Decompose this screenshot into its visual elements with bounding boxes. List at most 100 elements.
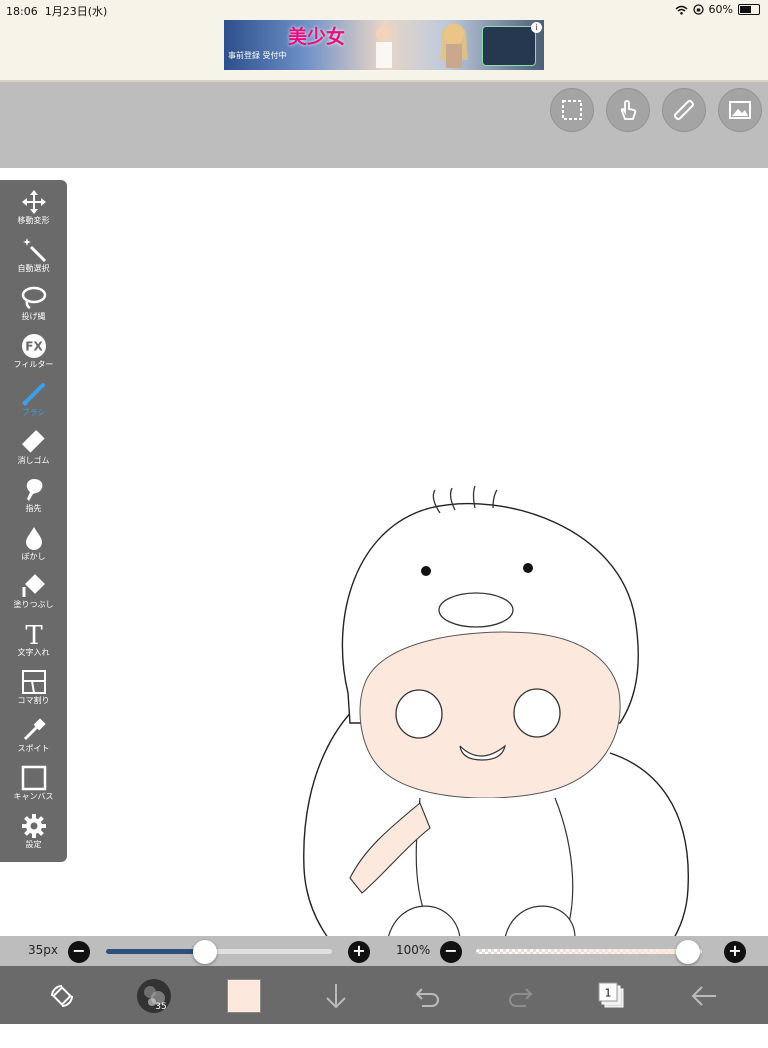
undo-button[interactable] <box>410 978 446 1014</box>
undo-icon <box>415 988 439 1007</box>
opacity-slider-track[interactable] <box>476 940 702 964</box>
drawing-canvas[interactable] <box>0 168 768 1020</box>
tool-label: ブラシ <box>21 408 46 417</box>
battery-icon <box>738 4 760 15</box>
back-icon <box>691 986 716 1006</box>
tool-settings[interactable]: 設定 <box>0 812 67 860</box>
touch-gesture-button[interactable] <box>606 88 650 132</box>
lasso-icon <box>19 284 49 312</box>
touch-gesture-icon <box>620 100 637 120</box>
color-picker-button[interactable] <box>226 978 262 1014</box>
gear-icon <box>19 812 49 840</box>
brush-slider-bar: 35px − + 100% − + <box>0 936 768 966</box>
tool-label: 指先 <box>25 504 42 513</box>
bottom-toolbar: 35 1 <box>0 966 768 1024</box>
tool-eyedropper[interactable]: スポイト <box>0 716 67 764</box>
size-decrease-button[interactable]: − <box>68 941 90 963</box>
image-icon <box>729 101 751 119</box>
svg-text:FX: FX <box>25 340 43 354</box>
frame-divider-icon <box>19 668 49 696</box>
brush-icon <box>19 380 49 408</box>
magic-wand-icon <box>19 236 49 264</box>
status-indicators: 60% <box>675 3 760 16</box>
tool-label: 自動選択 <box>17 264 50 273</box>
size-increase-button[interactable]: + <box>348 941 370 963</box>
brush-preview-button[interactable]: 35 <box>136 978 172 1014</box>
status-time: 18:06 1月23日(水) <box>6 3 107 19</box>
tool-magic-wand[interactable]: 自動選択 <box>0 236 67 284</box>
battery-fill <box>740 6 751 13</box>
brush-size-badge: 35 <box>155 1002 166 1012</box>
layer-count: 1 <box>605 987 612 1000</box>
rotate-canvas-icon <box>51 985 73 1007</box>
tool-label: キャンバス <box>13 792 54 801</box>
ad-character-icon <box>376 26 392 68</box>
eyedropper-icon <box>19 716 49 744</box>
ad-title: 美少女 <box>288 26 346 48</box>
redo-button[interactable] <box>502 978 538 1014</box>
ruler-button[interactable] <box>662 88 706 132</box>
canvas-icon <box>19 764 49 792</box>
wifi-icon <box>675 5 688 15</box>
tool-move-transform[interactable]: 移動変形 <box>0 188 67 236</box>
tool-frame-divider[interactable]: コマ割り <box>0 668 67 716</box>
size-slider-track[interactable] <box>106 940 332 964</box>
tool-label: ぼかし <box>21 552 46 561</box>
ruler-icon <box>673 99 695 121</box>
ad-game-logo <box>482 26 536 66</box>
fx-icon: FX <box>19 332 49 360</box>
layers-button[interactable]: 1 <box>594 978 630 1014</box>
tool-label: 移動変形 <box>17 216 50 225</box>
orientation-lock-icon <box>692 4 704 15</box>
download-button[interactable] <box>318 978 354 1014</box>
opacity-slider-fill <box>476 949 702 954</box>
tool-label: 設定 <box>25 840 42 849</box>
ad-info-icon[interactable]: i <box>531 22 542 33</box>
opacity-decrease-button[interactable]: − <box>440 941 462 963</box>
tool-filter[interactable]: FX フィルター <box>0 332 67 380</box>
download-icon <box>326 984 346 1009</box>
move-icon <box>19 188 49 216</box>
selection-button[interactable] <box>550 88 594 132</box>
tool-label: 文字入れ <box>17 648 50 657</box>
selection-icon <box>562 100 582 120</box>
image-button[interactable] <box>718 88 762 132</box>
tool-fill[interactable]: 塗りつぶし <box>0 572 67 620</box>
top-toolbar <box>0 82 768 168</box>
back-button[interactable] <box>686 978 722 1014</box>
ad-banner[interactable]: 美少女 事前登録 受付中 i <box>224 20 544 70</box>
tool-label: コマ割り <box>17 696 50 705</box>
text-icon: T <box>19 620 49 648</box>
tool-sidebar: 移動変形 自動選択 投げ縄 FX フィルター ブラシ 消しゴム 指先 ぼかし 塗… <box>0 180 67 862</box>
color-swatch-icon <box>227 979 261 1013</box>
ad-subtitle: 事前登録 受付中 <box>228 51 287 60</box>
layers-icon: 1 <box>598 982 624 1008</box>
size-slider-knob[interactable] <box>193 940 218 964</box>
opacity-slider-knob[interactable] <box>676 940 700 964</box>
brush-opacity-label: 100% <box>396 943 431 957</box>
tool-brush[interactable]: ブラシ <box>0 380 67 428</box>
tool-label: 塗りつぶし <box>13 600 54 609</box>
tool-label: スポイト <box>17 744 50 753</box>
tool-label: 投げ縄 <box>21 312 46 321</box>
brush-preview-icon: 35 <box>137 979 171 1013</box>
tool-label: フィルター <box>13 360 54 369</box>
opacity-increase-button[interactable]: + <box>724 941 746 963</box>
smudge-icon <box>19 476 49 504</box>
status-time-text: 18:06 <box>6 5 38 18</box>
svg-text:T: T <box>25 621 43 647</box>
blur-icon <box>19 524 49 552</box>
redo-icon <box>509 988 533 1007</box>
status-date: 1月23日(水) <box>44 5 108 18</box>
brush-size-label: 35px <box>28 943 58 957</box>
tool-lasso[interactable]: 投げ縄 <box>0 284 67 332</box>
tool-blur[interactable]: ぼかし <box>0 524 67 572</box>
battery-percent: 60% <box>708 3 733 16</box>
tool-smudge[interactable]: 指先 <box>0 476 67 524</box>
fill-bucket-icon <box>19 572 49 600</box>
tool-canvas[interactable]: キャンバス <box>0 764 67 812</box>
tool-eraser[interactable]: 消しゴム <box>0 428 67 476</box>
rotate-canvas-button[interactable] <box>44 978 80 1014</box>
ad-character-icon <box>440 23 468 68</box>
tool-text[interactable]: T 文字入れ <box>0 620 67 668</box>
